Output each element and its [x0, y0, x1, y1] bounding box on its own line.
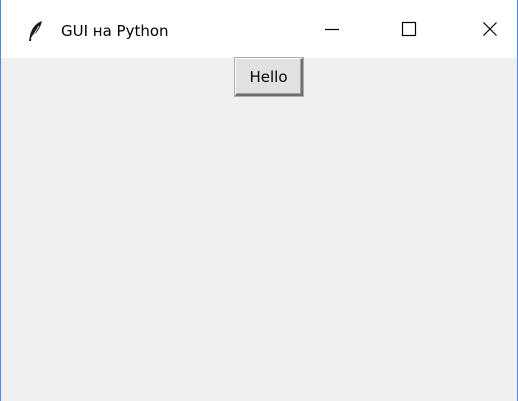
hello-button[interactable]: Hello	[235, 58, 303, 96]
minimize-icon	[324, 21, 340, 41]
maximize-icon	[401, 21, 417, 41]
title-bar[interactable]: GUI на Python	[1, 0, 517, 58]
minimize-button[interactable]	[309, 14, 355, 48]
app-window: GUI на Python Hello	[0, 0, 518, 401]
window-title: GUI на Python	[61, 22, 169, 40]
window-client-area: Hello	[1, 58, 517, 401]
close-icon	[482, 21, 498, 41]
feather-icon	[27, 20, 45, 42]
maximize-button[interactable]	[386, 14, 432, 48]
close-button[interactable]	[467, 14, 513, 48]
